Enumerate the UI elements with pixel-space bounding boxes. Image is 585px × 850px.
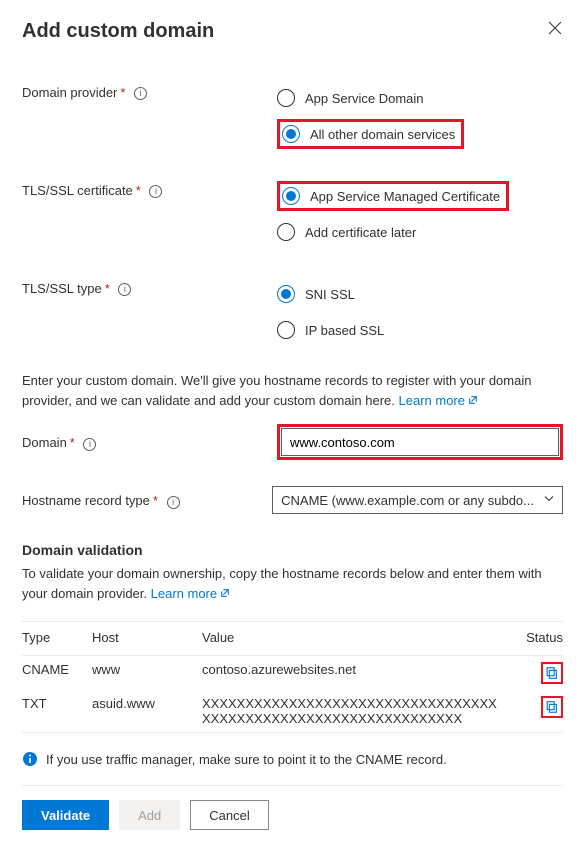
external-link-icon [220, 584, 230, 594]
intro-text: Enter your custom domain. We'll give you… [22, 371, 563, 410]
radio-sni-ssl[interactable] [277, 285, 295, 303]
tls-cert-label: TLS/SSL certificate* i [22, 181, 277, 198]
radio-add-cert-later[interactable] [277, 223, 295, 241]
info-icon[interactable]: i [118, 283, 131, 296]
validation-table: Type Host Value Status CNAME www contoso… [22, 622, 563, 732]
validation-heading: Domain validation [22, 542, 563, 558]
domain-provider-label: Domain provider* i [22, 83, 277, 100]
learn-more-link[interactable]: Learn more [399, 393, 478, 408]
table-row: TXT asuid.www XXXXXXXXXXXXXXXXXXXXXXXXXX… [22, 690, 563, 732]
col-type: Type [22, 622, 92, 655]
radio-all-other-domain-services[interactable] [282, 125, 300, 143]
col-value: Value [202, 622, 508, 655]
hostname-record-type-select[interactable]: CNAME (www.example.com or any subdo... [272, 486, 563, 514]
radio-label: App Service Managed Certificate [310, 189, 500, 204]
radio-label: App Service Domain [305, 91, 424, 106]
radio-app-service-domain[interactable] [277, 89, 295, 107]
radio-ip-based-ssl[interactable] [277, 321, 295, 339]
external-link-icon [468, 391, 478, 401]
validate-button[interactable]: Validate [22, 800, 109, 830]
validation-desc: To validate your domain ownership, copy … [22, 564, 563, 603]
info-icon [22, 751, 38, 767]
info-icon[interactable]: i [167, 496, 180, 509]
info-icon[interactable]: i [83, 438, 96, 451]
col-status: Status [508, 622, 563, 655]
cancel-button[interactable]: Cancel [190, 800, 268, 830]
domain-label: Domain* i [22, 433, 277, 450]
info-bar: If you use traffic manager, make sure to… [22, 751, 563, 767]
copy-icon[interactable] [541, 662, 563, 684]
page-title: Add custom domain [22, 20, 214, 43]
domain-input[interactable] [281, 428, 559, 456]
copy-icon[interactable] [541, 696, 563, 718]
add-button: Add [119, 800, 180, 830]
radio-label: SNI SSL [305, 287, 355, 302]
radio-label: IP based SSL [305, 323, 384, 338]
radio-managed-cert[interactable] [282, 187, 300, 205]
close-icon[interactable] [547, 20, 563, 36]
learn-more-link[interactable]: Learn more [151, 586, 230, 601]
radio-label: Add certificate later [305, 225, 416, 240]
tls-type-label: TLS/SSL type* i [22, 279, 277, 296]
radio-label: All other domain services [310, 127, 455, 142]
info-icon[interactable]: i [149, 185, 162, 198]
info-icon[interactable]: i [134, 87, 147, 100]
col-host: Host [92, 622, 202, 655]
hostname-type-label: Hostname record type* i [22, 491, 272, 508]
table-row: CNAME www contoso.azurewebsites.net [22, 656, 563, 690]
